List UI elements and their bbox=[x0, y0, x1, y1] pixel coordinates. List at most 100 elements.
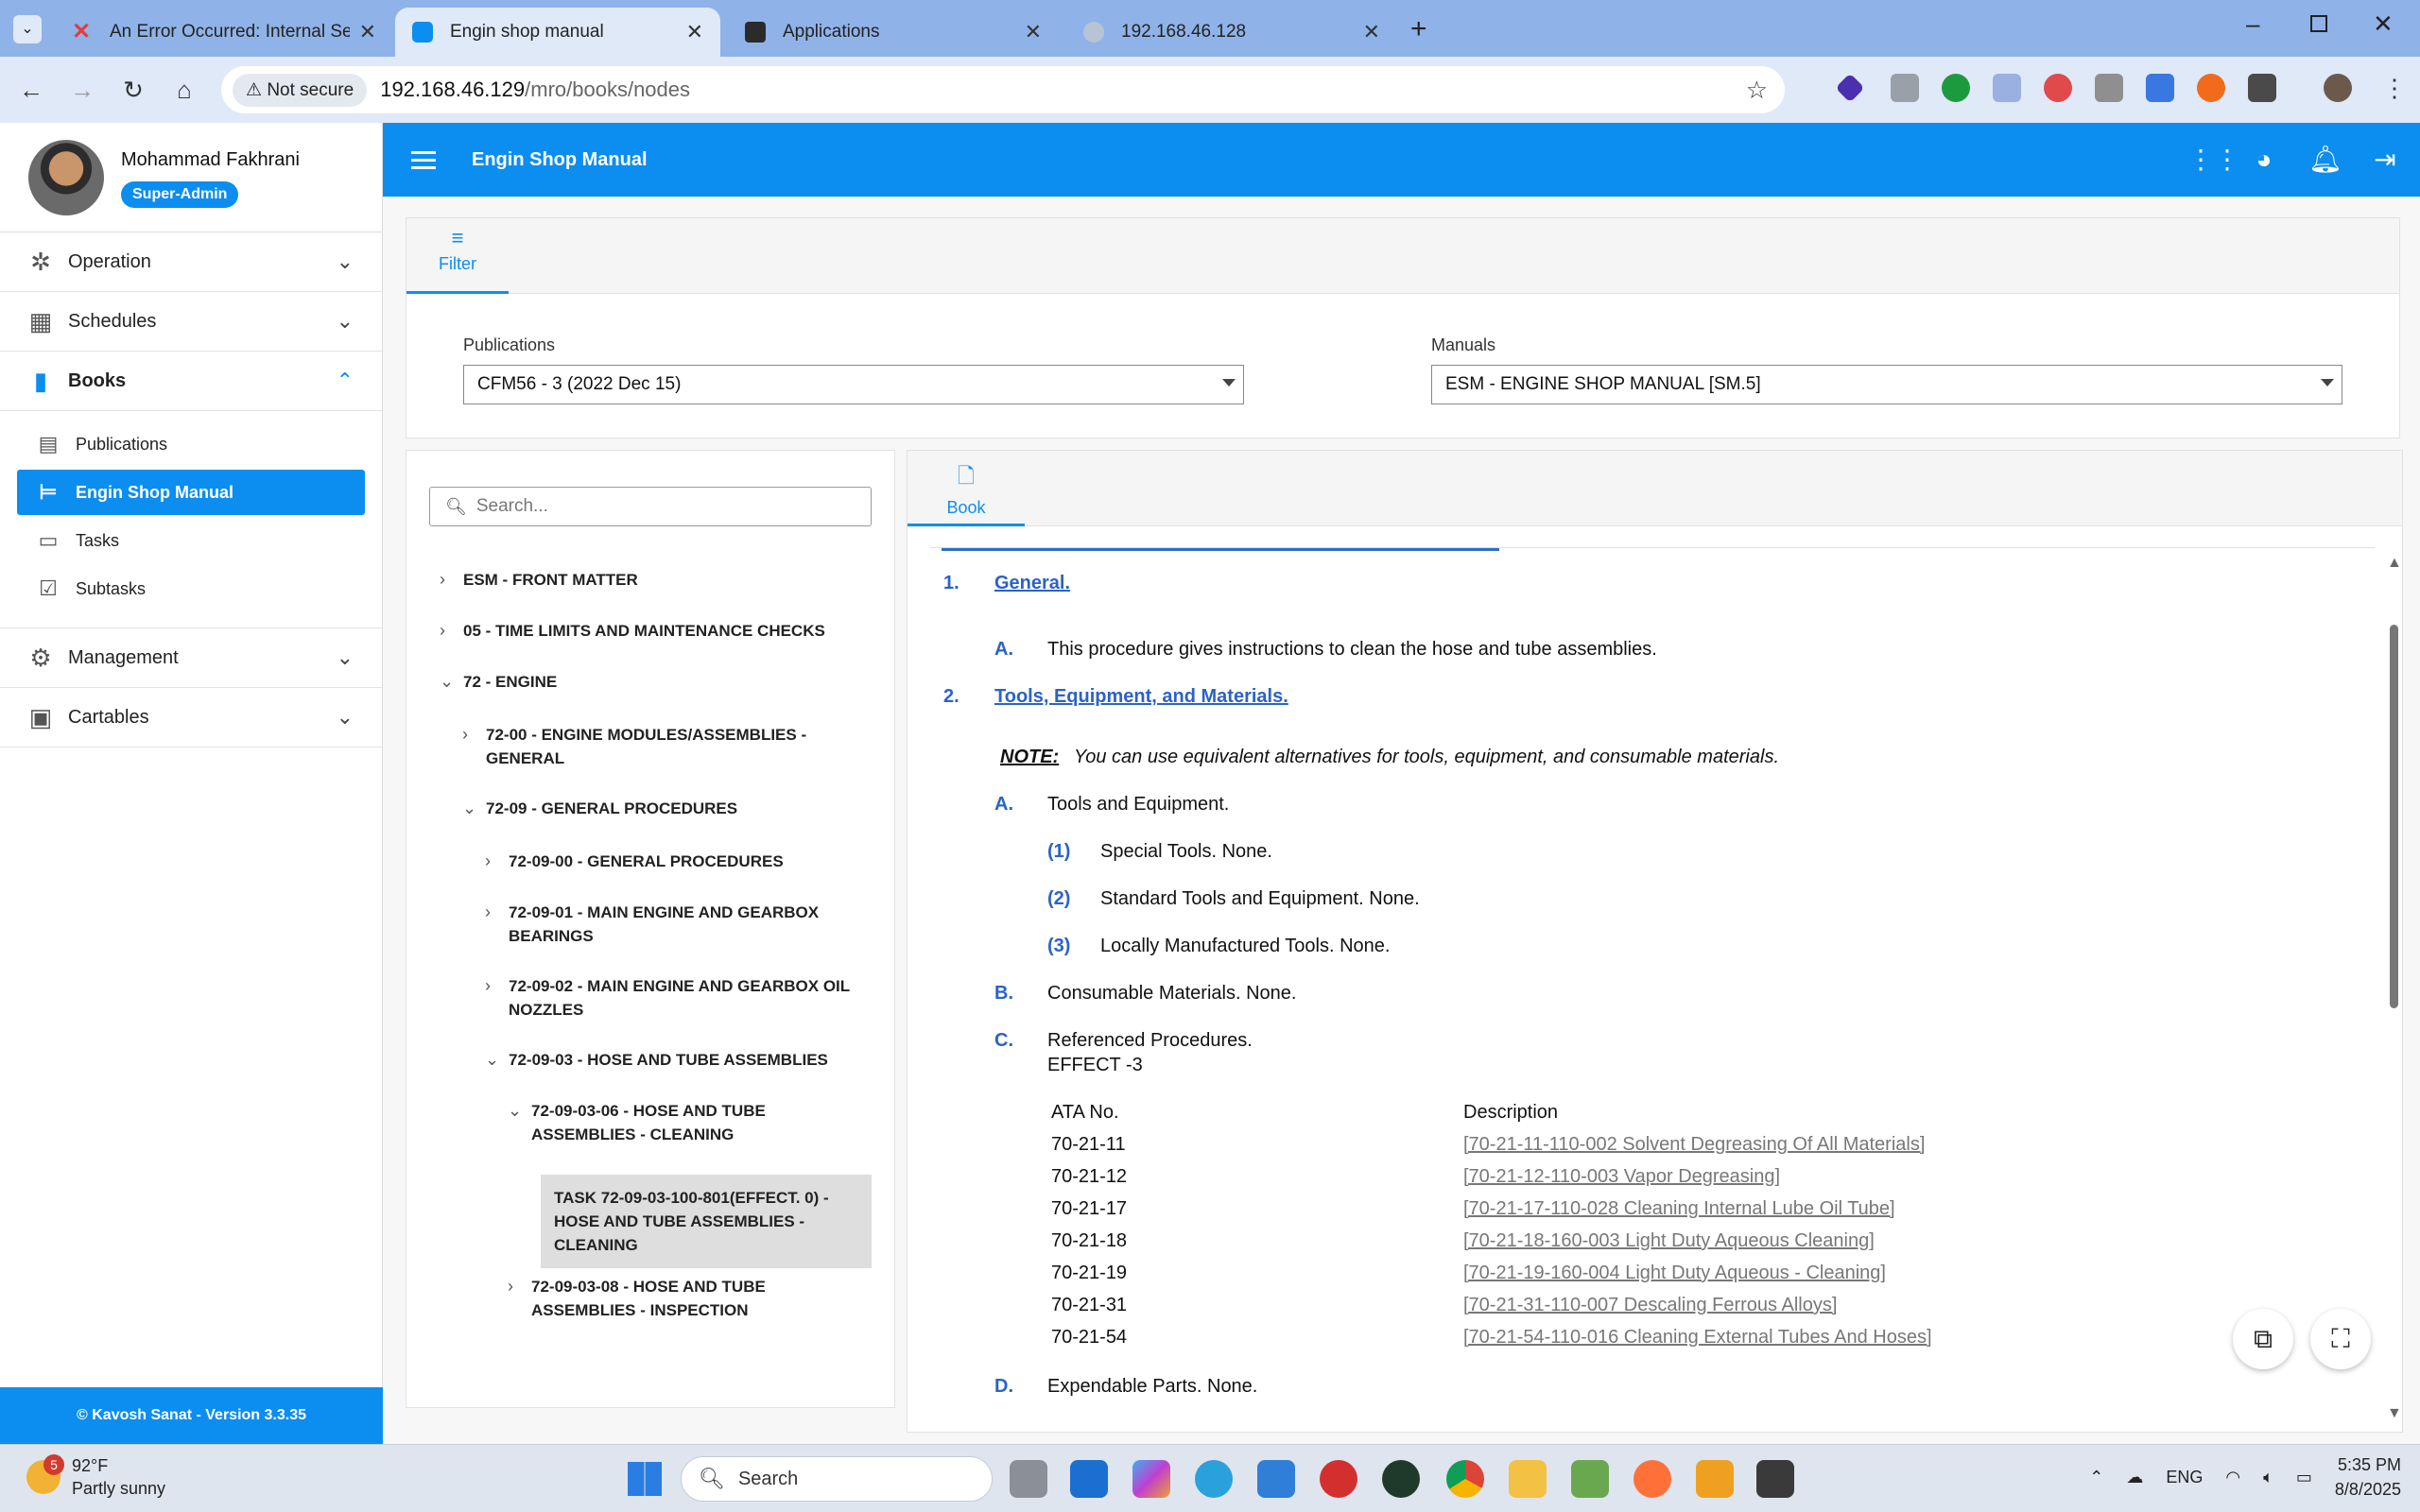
tree-node[interactable]: › 72-09-01 - MAIN ENGINE AND GEARBOX BEAR… bbox=[485, 901, 830, 948]
sidebar-item-operation[interactable]: ✲ Operation ⌄ bbox=[0, 232, 382, 292]
chevron-right-icon[interactable]: › bbox=[485, 901, 491, 924]
section-link-general[interactable]: General. bbox=[994, 573, 1070, 594]
sidebar-item-tasks[interactable]: ▭ Tasks bbox=[17, 518, 365, 563]
search-input[interactable]: 🔍︎ Search... bbox=[429, 487, 872, 526]
browser-tab-ip[interactable]: 192.168.46.128 ✕ bbox=[1066, 8, 1397, 57]
tree-node[interactable]: › 72-09-02 - MAIN ENGINE AND GEARBOX OIL … bbox=[485, 974, 868, 1022]
wifi-icon[interactable]: ◠ bbox=[2225, 1468, 2240, 1487]
avatar[interactable] bbox=[28, 140, 104, 215]
app-icon[interactable] bbox=[1696, 1460, 1734, 1498]
extension-icon[interactable] bbox=[1835, 73, 1865, 103]
extension-icon[interactable] bbox=[2197, 74, 2225, 102]
clock[interactable]: 5:35 PM 8/8/2025 bbox=[2335, 1452, 2401, 1502]
close-icon[interactable]: ✕ bbox=[359, 20, 376, 44]
tree-node[interactable]: › 05 - TIME LIMITS AND MAINTENANCE CHECKS bbox=[440, 619, 825, 643]
firefox-icon[interactable] bbox=[1634, 1460, 1671, 1498]
onedrive-icon[interactable]: ☁ bbox=[2126, 1468, 2143, 1487]
tree-node[interactable]: › 72-09-03-08 - HOSE AND TUBE ASSEMBLIES … bbox=[508, 1275, 815, 1322]
sidebar-item-publications[interactable]: ▤ Publications bbox=[17, 421, 365, 467]
browser-tab-error[interactable]: ✕ An Error Occurred: Internal Serv ✕ bbox=[55, 8, 393, 57]
app-icon[interactable] bbox=[1382, 1460, 1420, 1498]
minimize-icon[interactable]: – bbox=[2246, 9, 2259, 39]
copilot-icon[interactable] bbox=[1132, 1460, 1170, 1498]
translate-extension-icon[interactable] bbox=[2146, 74, 2174, 102]
app-icon[interactable] bbox=[1320, 1460, 1357, 1498]
browser-menu-icon[interactable]: ⋮ bbox=[2382, 74, 2407, 103]
back-icon[interactable]: ← bbox=[6, 76, 57, 105]
sidebar-item-cartables[interactable]: ▣ Cartables ⌄ bbox=[0, 688, 382, 747]
close-icon[interactable]: ✕ bbox=[1025, 20, 1042, 44]
chevron-up-icon[interactable]: ⌃ bbox=[2089, 1468, 2103, 1487]
chevron-down-icon[interactable]: ⌄ bbox=[508, 1099, 522, 1123]
chevron-right-icon[interactable]: › bbox=[508, 1275, 513, 1298]
chevron-right-icon[interactable]: › bbox=[440, 619, 445, 643]
app-icon[interactable] bbox=[1571, 1460, 1609, 1498]
tab-filter[interactable]: ≡ Filter bbox=[406, 218, 509, 294]
sidebar-item-management[interactable]: ⚙ Management ⌄ bbox=[0, 628, 382, 688]
ref-link[interactable]: [70-21-11-110-002 Solvent Degreasing Of … bbox=[1463, 1134, 1925, 1156]
extension-icon[interactable] bbox=[2044, 74, 2072, 102]
section-link-tools[interactable]: Tools, Equipment, and Materials. bbox=[994, 686, 1288, 708]
content-scrollbar[interactable]: ▲ ▼ bbox=[2387, 555, 2402, 1422]
bell-icon[interactable]: 🔔︎ bbox=[2308, 144, 2342, 176]
tree-node[interactable]: ⌄ 72-09-03 - HOSE AND TUBE ASSEMBLIES bbox=[485, 1048, 828, 1072]
puzzle-extensions-icon[interactable] bbox=[2248, 74, 2276, 102]
chevron-right-icon[interactable]: › bbox=[485, 850, 491, 873]
apps-grid-icon[interactable]: ⋮⋮ bbox=[2187, 144, 2240, 176]
logout-icon[interactable]: ⇥ bbox=[2369, 144, 2401, 176]
chevron-right-icon[interactable]: › bbox=[462, 723, 468, 747]
tree-node[interactable]: ⌄ 72 - ENGINE bbox=[440, 670, 557, 694]
close-window-icon[interactable]: ✕ bbox=[2373, 9, 2394, 39]
ref-link[interactable]: [70-21-12-110-003 Vapor Degreasing] bbox=[1463, 1166, 1780, 1188]
volume-icon[interactable]: 🔈︎ bbox=[2263, 1468, 2273, 1487]
language-indicator[interactable]: ENG bbox=[2166, 1468, 2203, 1487]
outlook-icon[interactable] bbox=[1070, 1460, 1108, 1498]
file-explorer-icon[interactable] bbox=[1509, 1460, 1547, 1498]
chrome-icon[interactable] bbox=[1446, 1460, 1484, 1498]
menu-icon[interactable] bbox=[411, 146, 436, 174]
extension-icon[interactable] bbox=[1942, 74, 1970, 102]
browser-tab-applications[interactable]: Applications ✕ bbox=[728, 8, 1059, 57]
manuals-select[interactable]: ESM - ENGINE SHOP MANUAL [SM.5] bbox=[1431, 365, 2342, 404]
tree-node[interactable]: › ESM - FRONT MATTER bbox=[440, 568, 638, 592]
profile-avatar-icon[interactable] bbox=[2324, 74, 2352, 102]
tree-node[interactable]: › 72-09-00 - GENERAL PROCEDURES bbox=[485, 850, 784, 873]
chevron-right-icon[interactable]: › bbox=[440, 568, 445, 592]
tree-node-selected-task[interactable]: TASK 72-09-03-100-801(EFFECT. 0) - HOSE … bbox=[541, 1175, 872, 1268]
terminal-icon[interactable] bbox=[1756, 1460, 1794, 1498]
restore-icon[interactable] bbox=[2310, 15, 2327, 32]
reload-icon[interactable]: ↻ bbox=[108, 76, 159, 105]
forward-icon[interactable]: → bbox=[57, 76, 108, 105]
tree-node[interactable]: ⌄ 72-09 - GENERAL PROCEDURES bbox=[462, 797, 737, 820]
taskbar-search[interactable]: 🔍︎ Search bbox=[681, 1456, 993, 1502]
open-external-icon[interactable]: ⧉ bbox=[2233, 1309, 2293, 1369]
ref-link[interactable]: [70-21-17-110-028 Cleaning Internal Lube… bbox=[1463, 1198, 1895, 1220]
url-bar[interactable]: ⚠ Not secure 192.168.46.129/mro/books/no… bbox=[221, 66, 1785, 113]
windows-start-icon[interactable] bbox=[628, 1462, 662, 1496]
chevron-right-icon[interactable]: › bbox=[485, 974, 491, 998]
fullscreen-icon[interactable]: ⛶ bbox=[2310, 1309, 2371, 1369]
weather-widget[interactable]: 5 92°F Partly sunny bbox=[26, 1454, 165, 1500]
chevron-down-icon[interactable]: ⌄ bbox=[440, 670, 454, 694]
bookmark-star-icon[interactable]: ☆ bbox=[1746, 76, 1768, 105]
browser-tab-engin-shop-manual[interactable]: Engin shop manual ✕ bbox=[395, 8, 720, 57]
scroll-down-icon[interactable]: ▼ bbox=[2387, 1405, 2402, 1422]
ref-link[interactable]: [70-21-19-160-004 Light Duty Aqueous - C… bbox=[1463, 1263, 1886, 1284]
chevron-down-icon[interactable]: ⌄ bbox=[485, 1048, 499, 1072]
tree-node[interactable]: › 72-00 - ENGINE MODULES/ASSEMBLIES - GEN… bbox=[462, 723, 845, 770]
camera-extension-icon[interactable] bbox=[1891, 74, 1919, 102]
ref-link[interactable]: [70-21-18-160-003 Light Duty Aqueous Cle… bbox=[1463, 1230, 1875, 1252]
battery-icon[interactable]: ▭ bbox=[2296, 1468, 2312, 1487]
scroll-up-icon[interactable]: ▲ bbox=[2387, 555, 2402, 572]
publications-select[interactable]: CFM56 - 3 (2022 Dec 15) bbox=[463, 365, 1244, 404]
home-icon[interactable]: ⌂ bbox=[159, 76, 210, 105]
sidebar-item-schedules[interactable]: ▦ Schedules ⌄ bbox=[0, 292, 382, 352]
new-tab-plus-icon[interactable]: + bbox=[1410, 13, 1427, 45]
scroll-thumb[interactable] bbox=[2390, 625, 2398, 1008]
sidebar-item-subtasks[interactable]: ☑ Subtasks bbox=[17, 566, 365, 611]
sidebar-item-books[interactable]: ▮ Books ⌃ bbox=[0, 352, 382, 411]
tree-node[interactable]: ⌄ 72-09-03-06 - HOSE AND TUBE ASSEMBLIES … bbox=[508, 1099, 815, 1146]
close-icon[interactable]: ✕ bbox=[1363, 20, 1380, 44]
chevron-down-icon[interactable]: ⌄ bbox=[462, 797, 476, 820]
telegram-icon[interactable] bbox=[1195, 1460, 1233, 1498]
